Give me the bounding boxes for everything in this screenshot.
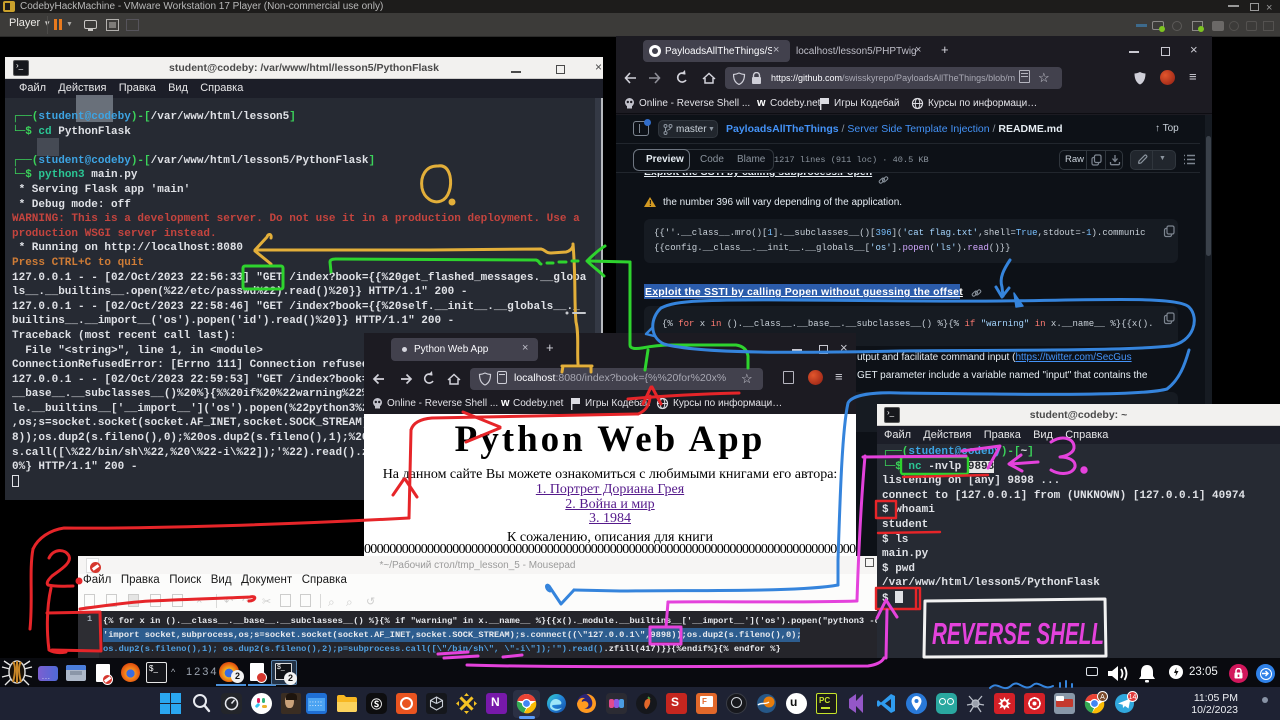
svg-text:REVERSE SHELL: REVERSE SHELL: [932, 616, 1104, 651]
